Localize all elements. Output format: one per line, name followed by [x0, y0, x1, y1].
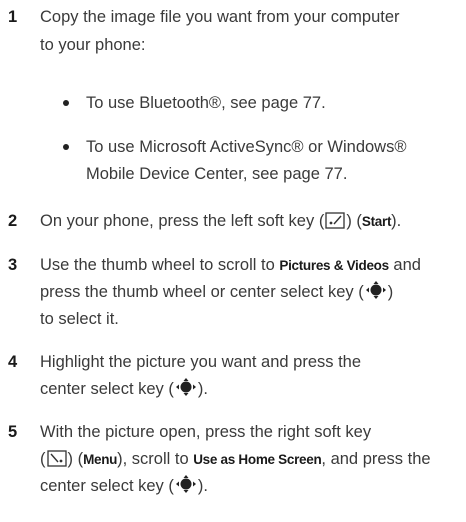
bullet-text: To use Microsoft ActiveSync® or Windows® — [86, 138, 407, 156]
text-run: ) ( — [346, 212, 362, 230]
step-text-line: Copy the image file you want from your c… — [40, 8, 400, 26]
text-run: Use the thumb wheel to scroll to — [40, 256, 280, 274]
text-run: ), scroll to — [117, 450, 194, 468]
step-text-line: With the picture open, press the right s… — [40, 423, 372, 441]
center-select-key-icon — [365, 280, 387, 308]
menu-label: Menu — [83, 452, 118, 467]
step-text-line: center select key (). — [40, 473, 460, 502]
text-run: center select key ( — [40, 380, 174, 398]
text-run: ). — [391, 212, 402, 230]
text-run: On your phone, press the left soft key ( — [40, 212, 325, 230]
text-run: ) — [387, 283, 394, 301]
bullet-text: Mobile Device Center, see page 77. — [86, 165, 348, 183]
step-text-line: to select it. — [40, 310, 119, 328]
text-run: , and press the — [321, 450, 431, 468]
text-run: ). — [197, 477, 208, 495]
step-text-line: center select key (). — [40, 376, 460, 405]
text-run: and — [388, 256, 421, 274]
step-text-line: Highlight the picture you want and press… — [40, 353, 362, 371]
text-run: ). — [197, 380, 208, 398]
step-text-line: On your phone, press the left soft key (… — [40, 208, 460, 237]
text-run: ( — [40, 450, 46, 468]
right-soft-key-icon — [46, 449, 67, 475]
step-number: 2 — [8, 212, 18, 230]
left-soft-key-icon — [325, 211, 345, 237]
center-select-key-icon — [175, 377, 197, 405]
text-run: center select key ( — [40, 477, 174, 495]
bullet-text: To use Bluetooth®, see page 77. — [86, 94, 326, 112]
step-text-line: ( ) (Menu), scroll to Use as Home Screen,… — [40, 446, 460, 475]
step-number: 3 — [8, 256, 18, 274]
start-label: Start — [361, 214, 392, 229]
text-run: ) ( — [67, 450, 84, 468]
step-text-line: Use the thumb wheel to scroll to Picture… — [40, 252, 460, 279]
text-run: press the thumb wheel or center select k… — [40, 283, 364, 301]
step-text-line: to your phone: — [40, 36, 146, 54]
bullet-dot — [63, 144, 69, 150]
step-number: 1 — [8, 8, 18, 26]
instruction-page: 1 Copy the image file you want from your… — [0, 0, 466, 522]
pictures-videos-label: Pictures & Videos — [279, 258, 389, 273]
bullet-dot — [63, 100, 69, 106]
center-select-key-icon — [175, 474, 197, 502]
step-text-line: press the thumb wheel or center select k… — [40, 279, 460, 308]
use-as-home-screen-label: Use as Home Screen — [193, 452, 322, 467]
step-number: 5 — [8, 423, 18, 441]
step-number: 4 — [8, 353, 18, 371]
